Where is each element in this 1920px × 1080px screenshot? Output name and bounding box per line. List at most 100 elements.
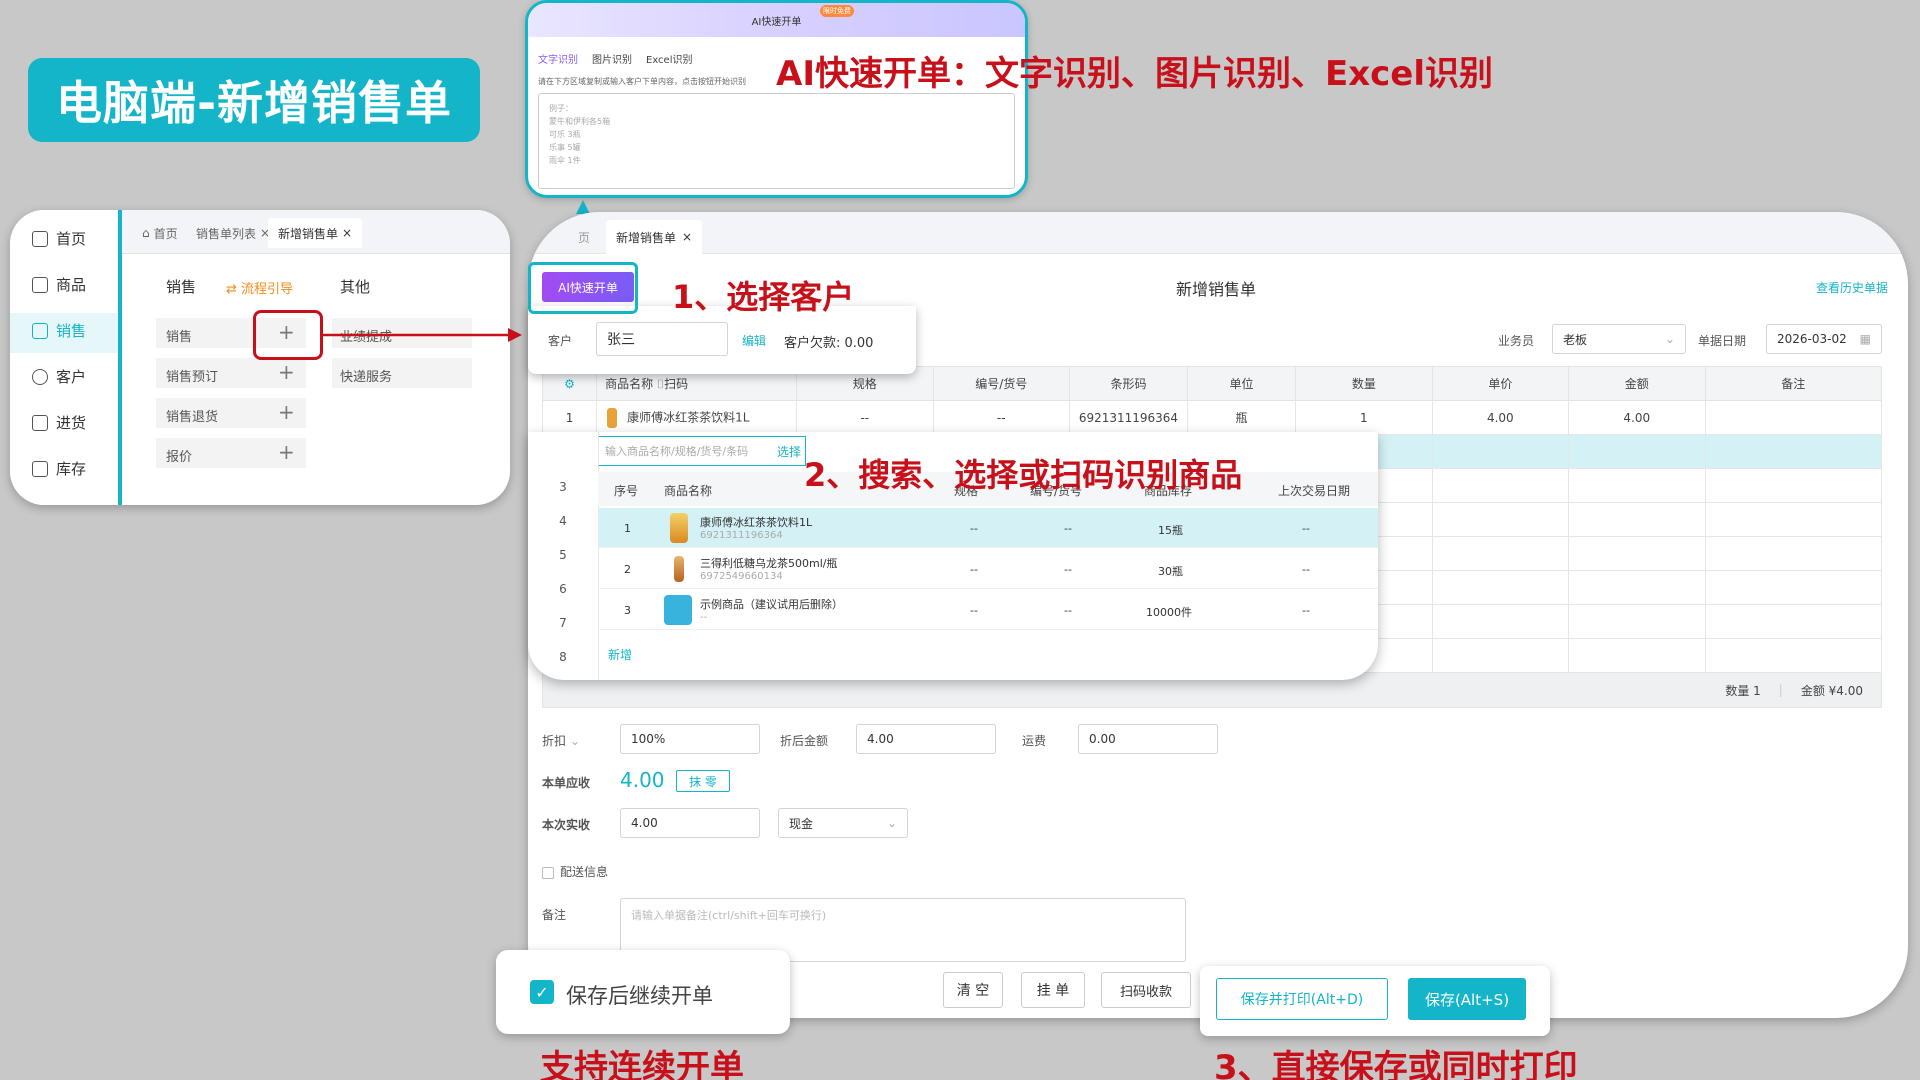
actual-received-label: 本次实收	[542, 818, 591, 832]
item-code: --	[1064, 604, 1072, 617]
receivable-value: 4.00	[620, 768, 665, 792]
receivable-label: 本单应收	[542, 776, 591, 790]
checkbox-checked-icon[interactable]: ✓	[530, 980, 554, 1004]
save-button[interactable]: 保存(Alt+S)	[1408, 978, 1526, 1020]
delivery-label: 配送信息	[560, 865, 609, 879]
tab-label: 新增销售单	[616, 230, 677, 245]
row-qty[interactable]: 1	[1295, 400, 1433, 435]
item-no: 2	[624, 563, 631, 576]
row-code: --	[932, 400, 1070, 435]
freight-label: 运费	[1022, 734, 1047, 748]
item-stock: 30瓶	[1158, 565, 1183, 578]
item-barcode: --	[700, 612, 708, 623]
highlight-ai-button	[528, 262, 638, 314]
discount-label[interactable]: 折扣 ⌄	[542, 732, 580, 749]
item-name: 示例商品（建议试用后删除）	[700, 598, 843, 611]
discount-input[interactable]: 100%	[620, 724, 760, 754]
product-search-input[interactable]: 输入商品名称/规格/货号/条码 选择	[598, 436, 806, 466]
customer-input[interactable]: 张三	[596, 322, 728, 356]
row-no: 7	[559, 616, 567, 630]
date-picker[interactable]: 2026-03-02 ▦	[1766, 324, 1882, 354]
product-image	[670, 513, 688, 543]
product-thumb	[607, 407, 618, 428]
item-last: --	[1302, 522, 1310, 535]
row-name: 康师傅冰红茶茶饮料1L	[627, 410, 750, 424]
item-no: 1	[624, 522, 631, 535]
discount-label-text: 折扣	[542, 734, 567, 748]
freight-input[interactable]: 0.00	[1078, 724, 1218, 754]
item-name: 康师傅冰红茶茶饮料1L	[700, 516, 813, 529]
dropdown-item[interactable]: 2 三得利低糖乌龙茶500ml/瓶 6972549660134 -- -- 30…	[598, 549, 1378, 589]
salesman-select[interactable]: 老板 ⌄	[1552, 324, 1686, 354]
customer-debt: 客户欠款: 0.00	[784, 336, 874, 351]
header-label: 商品名称	[605, 377, 654, 391]
dropdown-item[interactable]: 1 康师傅冰红茶茶饮料1L 6921311196364 -- -- 15瓶 --	[598, 508, 1378, 548]
col-header-qty: 数量	[1295, 366, 1433, 401]
hold-order-button[interactable]: 挂 单	[1021, 972, 1085, 1008]
page-title: 新增销售单	[1176, 280, 1257, 299]
row-no: 3	[559, 480, 567, 494]
select-product-link[interactable]: 选择	[773, 443, 805, 460]
clear-button[interactable]: 清 空	[943, 972, 1003, 1008]
dropdown-item[interactable]: 3 示例商品（建议试用后删除） -- -- -- 10000件 --	[598, 590, 1378, 630]
col-header-amount: 金额	[1568, 366, 1706, 401]
item-name: 三得利低糖乌龙茶500ml/瓶	[700, 557, 838, 570]
annotation-step2: 2、搜索、选择或扫码识别商品	[804, 456, 1243, 494]
remark-label: 备注	[542, 908, 567, 922]
col-header-barcode: 条形码	[1068, 366, 1188, 401]
row-no: 8	[559, 650, 567, 664]
delivery-info-checkbox[interactable]: 配送信息	[542, 863, 608, 880]
dd-header: 序号	[614, 484, 639, 498]
table-row[interactable]: 1 康师傅冰红茶茶饮料1L -- -- 6921311196364 瓶 1 4.…	[541, 400, 1882, 435]
item-spec: --	[970, 522, 978, 535]
customer-edit-link[interactable]: 编辑	[742, 332, 766, 349]
scan-label[interactable]: 扫码	[664, 377, 688, 391]
row-amount[interactable]: 4.00	[1568, 400, 1706, 435]
continue-order-callout: ✓ 保存后继续开单	[496, 950, 790, 1034]
row-note[interactable]	[1704, 400, 1882, 435]
after-discount-input[interactable]: 4.00	[856, 724, 996, 754]
item-code: --	[1064, 563, 1072, 576]
close-icon[interactable]: ×	[682, 230, 692, 244]
after-discount-label: 折后金额	[780, 734, 829, 748]
item-no: 3	[624, 604, 631, 617]
row-price[interactable]: 4.00	[1431, 400, 1570, 435]
col-header-code: 编号/货号	[932, 366, 1070, 401]
tab-bar: 页 新增销售单 ×	[528, 212, 1908, 254]
item-last: --	[1302, 604, 1310, 617]
save-buttons-callout: 保存并打印(Alt+D) 保存(Alt+S)	[1200, 966, 1550, 1036]
annotation-step3: 3、直接保存或同时打印	[1214, 1048, 1578, 1080]
payment-method-select[interactable]: 现金 ⌄	[778, 808, 908, 838]
item-spec: --	[970, 604, 978, 617]
actual-received-input[interactable]: 4.00	[620, 808, 760, 838]
continue-order-label: 保存后继续开单	[566, 984, 713, 1008]
product-image	[674, 556, 684, 582]
save-and-print-button[interactable]: 保存并打印(Alt+D)	[1216, 978, 1388, 1020]
row-no: 1	[541, 400, 598, 435]
col-header-note: 备注	[1704, 366, 1882, 401]
chevron-down-icon: ⌄	[569, 734, 580, 748]
item-stock: 10000件	[1146, 606, 1192, 619]
add-new-link[interactable]: 新增	[608, 646, 632, 663]
row-unit[interactable]: 瓶	[1186, 400, 1297, 435]
dd-header: 商品名称	[664, 484, 713, 498]
salesman-label: 业务员	[1498, 334, 1535, 348]
date-label: 单据日期	[1698, 334, 1747, 348]
checkbox-icon	[542, 866, 554, 879]
footer-amount: 金额 ¥4.00	[1800, 683, 1863, 698]
image-placeholder-icon	[664, 595, 692, 625]
col-header-price: 单价	[1431, 366, 1570, 401]
history-link[interactable]: 查看历史单据	[1816, 279, 1888, 296]
row-barcode: 6921311196364	[1068, 400, 1188, 435]
row-no: 4	[559, 514, 567, 528]
tab-home-partial[interactable]: 页	[568, 220, 600, 254]
row-no: 6	[559, 582, 567, 596]
customer-label: 客户	[548, 334, 573, 348]
item-barcode: 6921311196364	[700, 530, 783, 541]
search-placeholder: 输入商品名称/规格/货号/条码	[605, 445, 749, 458]
round-off-button[interactable]: 抹 零	[676, 770, 730, 792]
tab-new-sales-order[interactable]: 新增销售单 ×	[606, 220, 703, 254]
row-name-cell[interactable]: 康师傅冰红茶茶饮料1L	[596, 400, 798, 435]
scan-pay-button[interactable]: 扫码收款	[1101, 972, 1191, 1008]
row-spec: --	[796, 400, 934, 435]
